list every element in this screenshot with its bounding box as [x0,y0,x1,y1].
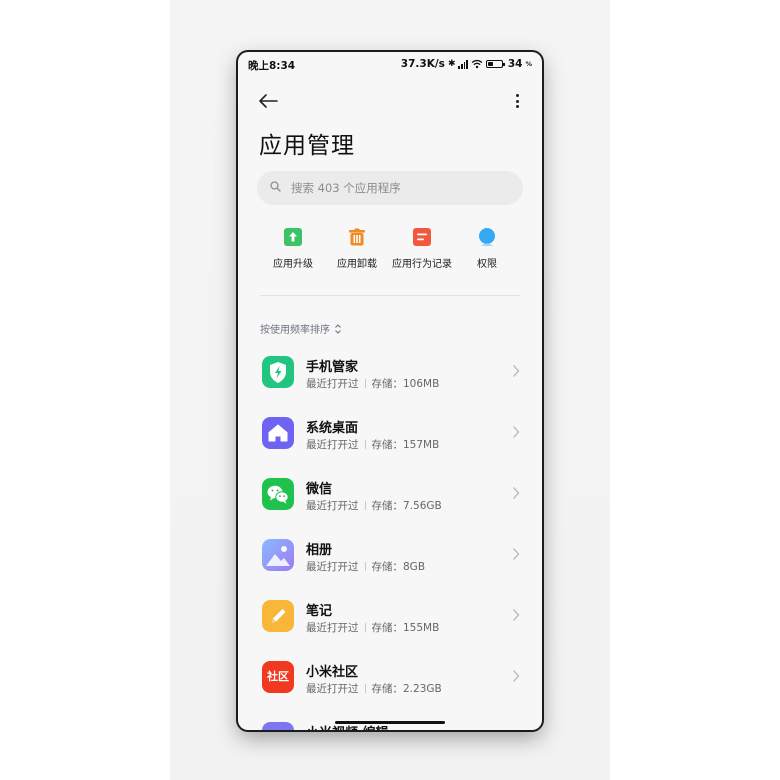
app-storage: 存储：7.56GB [371,500,442,512]
app-last-opened: 最近打开过 [306,378,359,390]
wechat-icon [262,478,294,510]
record-icon [413,228,431,246]
sort-selector[interactable]: 按使用频率排序 [260,321,342,336]
app-meta: 最近打开过 存储：155MB [306,620,439,635]
app-storage: 存储：2.23GB [371,683,442,695]
signal-icon [458,59,468,69]
app-name: 相册 [306,543,333,558]
app-meta: 最近打开过 存储：7.56GB [306,498,442,513]
app-last-opened: 最近打开过 [306,622,359,634]
meta-separator [364,562,366,571]
app-meta: 最近打开过 存储：106MB [306,376,439,391]
app-row-notes[interactable]: 笔记 最近打开过 存储：155MB [238,592,542,653]
chevron-right-icon [513,670,520,682]
quick-label: 应用行为记录 [392,259,452,270]
app-row-launcher[interactable]: 系统桌面 最近打开过 存储：157MB [238,409,542,470]
home-icon [262,417,294,449]
chevron-right-icon [513,548,520,560]
page-title: 应用管理 [259,133,355,159]
trash-icon [348,228,366,246]
video-icon [262,722,294,730]
app-row-gallery[interactable]: 相册 最近打开过 存储：8GB [238,531,542,592]
gallery-icon [262,539,294,571]
search-placeholder: 搜索 403 个应用程序 [291,181,401,195]
battery-level: 34 [507,58,523,70]
quick-label: 权限 [477,259,497,270]
sort-toggle-icon [335,323,341,334]
app-name: 笔记 [306,604,333,619]
chevron-right-icon [513,365,520,377]
chevron-right-icon [513,426,520,438]
more-options-icon[interactable] [512,92,522,110]
battery-icon [485,60,505,68]
quick-actions: 应用升级 应用卸载 应用行为记录 权限 [262,225,518,275]
community-icon-text: 社区 [267,669,289,683]
app-storage: 存储：155MB [371,622,440,634]
upgrade-icon [284,228,302,246]
status-time: 晚上8:34 [248,60,296,72]
status-right: 37.3K/s ✱ 34% [401,58,532,70]
app-meta: 最近打开过 存储：157MB [306,437,439,452]
app-upgrade-button[interactable]: 应用升级 [258,225,328,270]
permissions-button[interactable]: 权限 [452,225,522,270]
app-storage: 存储：106MB [371,378,440,390]
app-uninstall-button[interactable]: 应用卸载 [322,225,392,270]
bluetooth-icon: ✱ [447,59,456,69]
divider [260,295,520,296]
meta-separator [364,623,366,632]
status-bar: 晚上8:34 37.3K/s ✱ 34% [238,52,542,76]
app-row-wechat[interactable]: 微信 最近打开过 存储：7.56GB [238,470,542,531]
app-row-community[interactable]: 社区 小米社区 最近打开过 存储：2.23GB [238,653,542,714]
meta-separator [364,379,366,388]
app-name: 手机管家 [306,360,359,375]
quick-label: 应用卸载 [337,259,377,270]
meta-separator [364,684,366,693]
meta-separator [364,501,366,510]
notes-pencil-icon [262,600,294,632]
wifi-icon [471,59,483,69]
home-indicator [335,721,445,724]
permission-icon [478,228,496,246]
app-behavior-record-button[interactable]: 应用行为记录 [387,225,457,270]
app-name: 系统桌面 [306,421,359,436]
app-name: 微信 [306,482,333,497]
community-icon: 社区 [262,661,294,693]
battery-unit: % [525,60,532,68]
app-meta: 最近打开过 存储：8GB [306,559,425,574]
app-last-opened: 最近打开过 [306,683,359,695]
app-last-opened: 最近打开过 [306,561,359,573]
meta-separator [364,440,366,449]
app-storage: 存储：157MB [371,439,440,451]
app-name: 小米社区 [306,665,359,680]
app-last-opened: 最近打开过 [306,500,359,512]
back-arrow-icon[interactable] [256,90,282,112]
network-speed: 37.3K/s [400,58,445,70]
chevron-right-icon [513,487,520,499]
app-last-opened: 最近打开过 [306,439,359,451]
search-input[interactable]: 搜索 403 个应用程序 [257,171,523,205]
app-row-security[interactable]: 手机管家 最近打开过 存储：106MB [238,348,542,409]
app-meta: 最近打开过 存储：2.23GB [306,681,442,696]
sort-label: 按使用频率排序 [260,325,330,336]
phone-screen: 晚上8:34 37.3K/s ✱ 34% 应用管理 搜索 403 个应用程序 应… [238,52,542,730]
quick-label: 应用升级 [273,259,313,270]
search-icon [270,181,281,192]
security-shield-icon [262,356,294,388]
chevron-right-icon [513,609,520,621]
app-storage: 存储：8GB [371,561,426,573]
